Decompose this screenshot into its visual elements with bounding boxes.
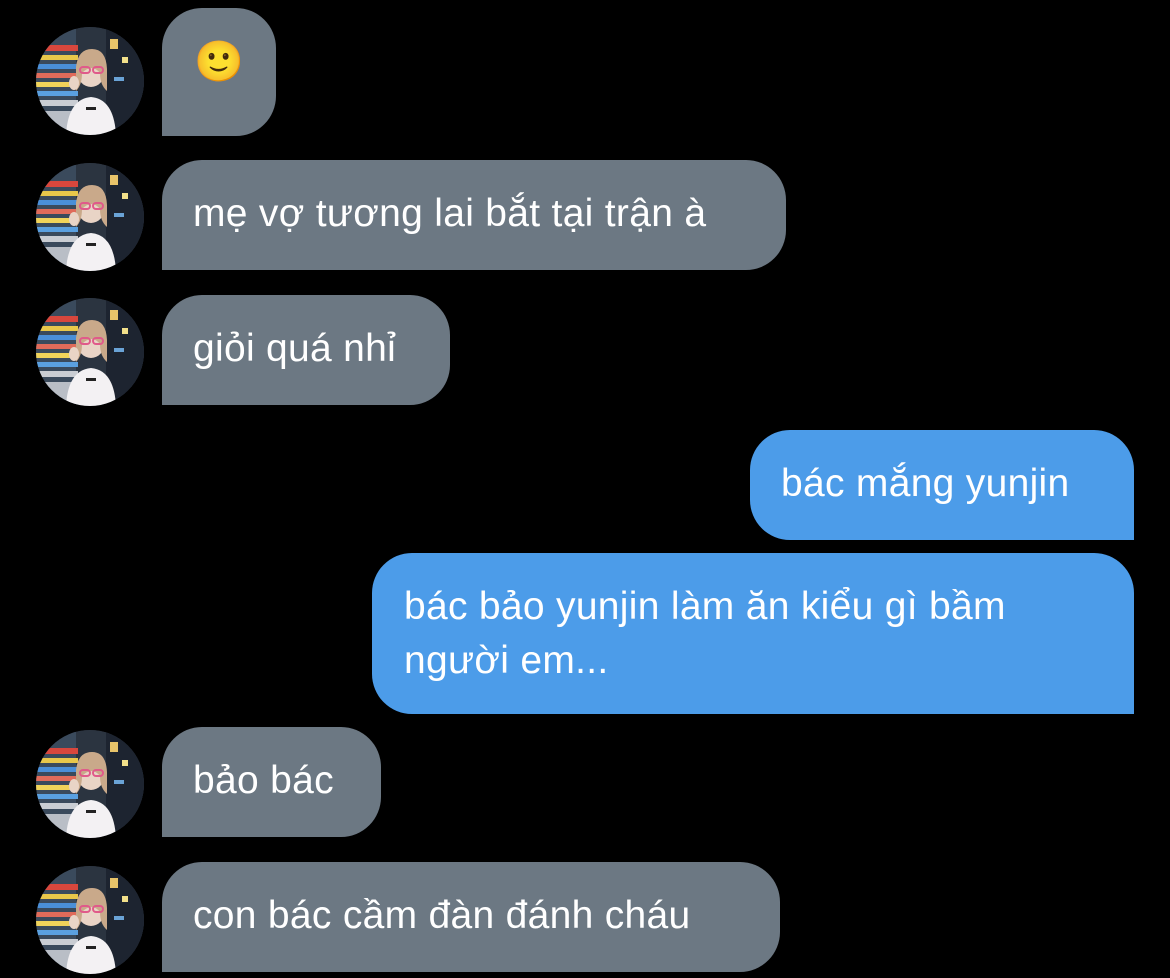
message-text: giỏi quá nhỉ [193, 327, 397, 370]
incoming-message-bubble[interactable]: giỏi quá nhỉ [162, 295, 450, 405]
message-text: bác mắng yunjin [781, 462, 1070, 505]
slightly-smiling-face-icon: 🙂 [194, 39, 245, 85]
incoming-message-bubble[interactable]: con bác cầm đàn đánh cháu [162, 862, 780, 972]
avatar-photo-icon [36, 27, 144, 135]
avatar-photo-icon [36, 163, 144, 271]
contact-avatar[interactable] [36, 730, 144, 838]
incoming-message-bubble[interactable]: mẹ vợ tương lai bắt tại trận à [162, 160, 786, 270]
message-thread: 🙂 mẹ vợ tương lai bắt tại trận à giỏi qu… [0, 0, 1170, 978]
avatar-photo-icon [36, 298, 144, 406]
contact-avatar[interactable] [36, 866, 144, 974]
contact-avatar[interactable] [36, 298, 144, 406]
outgoing-message-bubble[interactable]: bác bảo yunjin làm ăn kiểu gì bầm người … [372, 553, 1134, 714]
message-text: bảo bác [193, 759, 334, 802]
contact-avatar[interactable] [36, 27, 144, 135]
contact-avatar[interactable] [36, 163, 144, 271]
message-text: mẹ vợ tương lai bắt tại trận à [193, 192, 707, 235]
outgoing-message-bubble[interactable]: bác mắng yunjin [750, 430, 1134, 540]
message-text: bác bảo yunjin làm ăn kiểu gì bầm người … [404, 585, 1006, 682]
message-text: con bác cầm đàn đánh cháu [193, 894, 691, 937]
avatar-photo-icon [36, 730, 144, 838]
avatar-photo-icon [36, 866, 144, 974]
incoming-message-bubble[interactable]: 🙂 [162, 8, 276, 136]
incoming-message-bubble[interactable]: bảo bác [162, 727, 381, 837]
